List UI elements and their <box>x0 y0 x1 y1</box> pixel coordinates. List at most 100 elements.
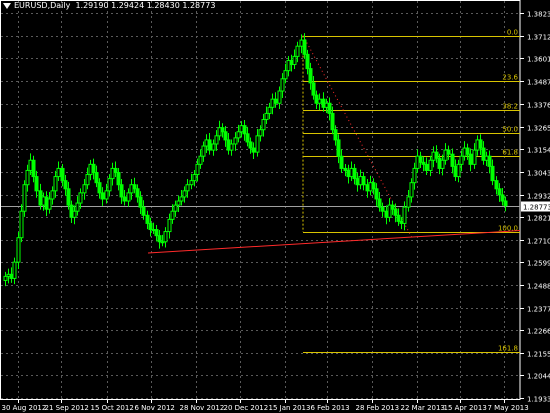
y-tick-label: 1.25990 <box>527 260 550 268</box>
candle-body <box>377 198 382 208</box>
candle-body <box>189 180 194 186</box>
y-tick-label: 1.24880 <box>527 283 550 291</box>
x-tick-label: 6 Feb 2013 <box>311 404 350 412</box>
candle-body <box>135 188 140 198</box>
y-tick-label: 1.37120 <box>527 34 550 42</box>
current-price-label: 1.28773 <box>523 204 550 212</box>
candle-body <box>119 184 124 198</box>
candle-body <box>207 139 212 151</box>
candle-body <box>97 182 102 194</box>
candle-body <box>229 143 234 151</box>
x-tick-label: 21 Sep 2012 <box>45 404 89 412</box>
y-tick-label: 1.33760 <box>527 102 550 110</box>
candles <box>3 33 508 287</box>
candle-body <box>211 143 216 151</box>
candle-body <box>374 188 379 200</box>
y-tick-label: 1.19330 <box>527 396 550 404</box>
price-chart[interactable]: 1.38230 1.37120 1.36010 1.34870 1.33760 1.326… <box>0 0 550 413</box>
candle-body <box>487 155 492 167</box>
candle-body <box>25 169 30 186</box>
candle-body <box>336 139 341 157</box>
candle-body <box>148 222 153 231</box>
candle-body <box>31 159 36 178</box>
candle-body <box>195 163 200 176</box>
candle-body <box>116 172 121 186</box>
candle-body <box>412 167 417 184</box>
candle-body <box>214 135 219 145</box>
candle-body <box>500 194 505 202</box>
candle-body <box>185 184 190 192</box>
candle-body <box>63 180 68 190</box>
candle-body <box>277 90 282 104</box>
fib-level-label: 50.0 <box>502 126 518 134</box>
candle-body <box>12 261 17 279</box>
y-tick-label: 1.20440 <box>527 373 550 381</box>
candle-body <box>302 39 307 55</box>
candle-body <box>78 192 83 204</box>
candle-body <box>409 182 414 198</box>
symbol-label: EURUSD,Daily <box>14 1 71 10</box>
y-tick-label: 1.27100 <box>527 238 550 246</box>
candle-body <box>251 147 256 153</box>
candle-body <box>157 235 162 243</box>
triangle-down-icon <box>3 2 11 9</box>
candle-body <box>107 178 112 192</box>
candle-body <box>145 214 150 224</box>
chart-frame <box>0 0 521 400</box>
candle-body <box>465 147 470 155</box>
candle-body <box>85 174 90 186</box>
candle-body <box>138 196 143 208</box>
candle-body <box>472 149 477 165</box>
candle-body <box>233 137 238 145</box>
y-tick-label: 1.30430 <box>527 170 550 178</box>
candle-body <box>132 184 137 190</box>
candle-body <box>333 129 338 141</box>
candle-body <box>459 155 464 165</box>
candle-body <box>396 214 401 222</box>
fib-level-label: 38.2 <box>502 103 518 111</box>
candle-body <box>361 176 366 186</box>
candle-body <box>154 229 159 237</box>
candle-body <box>295 45 300 57</box>
x-tick-label: 30 Aug 2012 <box>2 404 47 412</box>
candle-body <box>60 167 65 182</box>
candle-body <box>47 198 52 210</box>
candle-body <box>19 210 24 239</box>
candle-body <box>170 210 175 220</box>
fib-level-label: 0.0 <box>507 29 518 37</box>
candle-body <box>104 190 109 200</box>
candle-body <box>72 210 77 218</box>
candle-body <box>424 163 429 171</box>
candle-body <box>490 165 495 182</box>
candle-body <box>468 153 473 165</box>
trendline <box>147 230 521 254</box>
candle-body <box>242 125 247 135</box>
y-tick-label: 1.32650 <box>527 125 550 133</box>
y-tick-label: 1.28210 <box>527 215 550 223</box>
candle-body <box>3 275 8 281</box>
candle-body <box>352 167 357 180</box>
candle-body <box>380 206 385 212</box>
y-tick-label: 1.21550 <box>527 351 550 359</box>
candle-body <box>456 163 461 178</box>
candle-body <box>75 202 80 212</box>
candle-body <box>94 172 99 184</box>
candle-body <box>16 237 21 263</box>
ohlc-values: 1.29190 1.29424 1.28430 1.28773 <box>75 1 216 10</box>
candle-body <box>503 200 508 207</box>
candle-body <box>261 119 266 131</box>
candle-body <box>245 133 250 143</box>
y-tick-label: 1.36010 <box>527 56 550 64</box>
candle-body <box>163 231 168 243</box>
candle-body <box>53 176 58 192</box>
x-tick-label: 28 Nov 2012 <box>180 404 225 412</box>
chart-window[interactable]: 1.38230 1.37120 1.36010 1.34870 1.33760 1.326… <box>0 0 550 413</box>
candle-body <box>428 159 433 171</box>
x-tick-label: 7 May 2013 <box>488 404 529 412</box>
candle-body <box>34 176 39 192</box>
candle-body <box>273 98 278 104</box>
candle-body <box>220 127 225 133</box>
candle-body <box>223 131 228 141</box>
candle-body <box>264 112 269 121</box>
candle-body <box>258 129 263 137</box>
